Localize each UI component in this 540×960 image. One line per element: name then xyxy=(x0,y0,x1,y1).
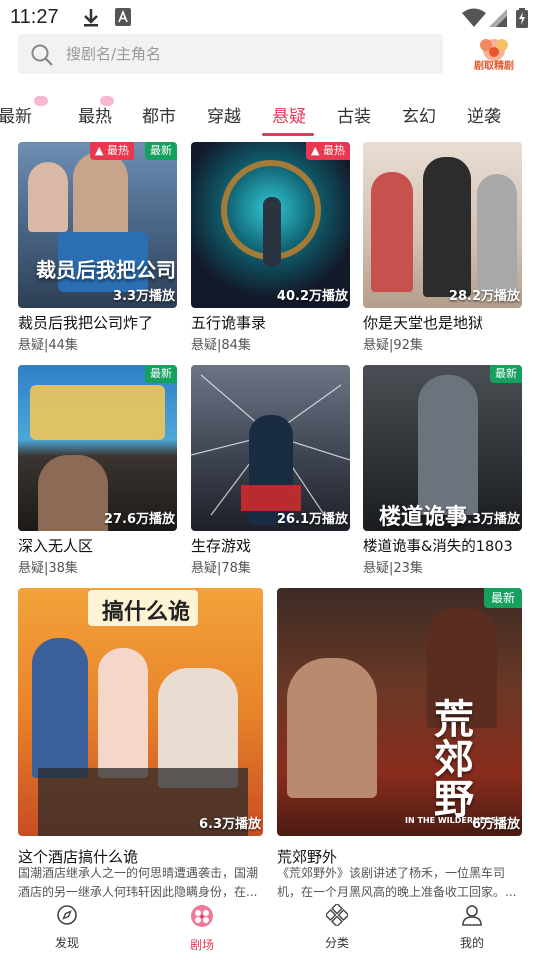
play-count: 9.3万播放 xyxy=(457,512,520,527)
drama-poster: 荒郊野 IN THE WILDERNESS 6万播放 最新 xyxy=(277,588,522,836)
tab-urban[interactable]: 都市 xyxy=(142,102,176,127)
poster-title-art: 楼道诡事 xyxy=(379,504,468,530)
drama-card[interactable]: 40.2万播放 ▲ 最热 五行诡事录 悬疑|84集 xyxy=(191,142,350,353)
drama-title: 你是天堂也是地狱 xyxy=(363,314,484,332)
drama-poster: 搞什么诡 6.3万播放 xyxy=(18,588,263,836)
tab-newest[interactable]: 最新 xyxy=(0,102,32,127)
drama-poster: 裁员后我把公司 3.3万播放 ▲ 最热 最新 xyxy=(18,142,177,308)
hot-badge: ▲ 最热 xyxy=(90,142,134,160)
drama-title: 五行诡事录 xyxy=(191,314,267,332)
new-badge: 最新 xyxy=(483,588,522,608)
flame-icon: ▲ xyxy=(311,144,320,157)
active-tab-underline xyxy=(262,133,314,136)
search-bar[interactable] xyxy=(18,34,443,74)
drama-title: 深入无人区 xyxy=(18,537,94,555)
drama-meta: 悬疑|44集 xyxy=(18,338,78,353)
poster-title-art: 裁员后我把公司 xyxy=(36,258,176,282)
drama-card[interactable]: 28.2万播放 你是天堂也是地狱 悬疑|92集 xyxy=(363,142,522,353)
tab-newest-indicator xyxy=(34,96,48,106)
category-tabs: 最新 最热 都市 穿越 悬疑 古装 玄幻 逆袭 xyxy=(0,92,540,136)
tab-time-travel[interactable]: 穿越 xyxy=(207,102,241,127)
drama-poster: 26.1万播放 xyxy=(191,365,350,531)
bottom-navigation: 发现 剧场 分类 我的 xyxy=(0,900,540,960)
drama-meta: 悬疑|38集 xyxy=(18,561,78,576)
theater-icon xyxy=(162,904,242,932)
drama-meta: 悬疑|78集 xyxy=(191,561,251,576)
play-count: 3.3万播放 xyxy=(112,289,175,304)
svg-text:剧取精剧: 剧取精剧 xyxy=(474,59,514,72)
download-icon xyxy=(82,8,100,32)
drama-poster: 27.6万播放 最新 xyxy=(18,365,177,531)
wifi-icon xyxy=(462,8,486,32)
search-input[interactable] xyxy=(66,34,426,74)
nav-mine-label: 我的 xyxy=(459,936,484,950)
font-icon xyxy=(115,8,131,30)
play-count: 26.1万播放 xyxy=(276,512,348,527)
category-icon xyxy=(297,902,377,930)
play-count: 28.2万播放 xyxy=(448,289,520,304)
drama-meta: 悬疑|23集 xyxy=(363,561,423,576)
play-count: 6万播放 xyxy=(471,817,520,832)
nav-category[interactable]: 分类 xyxy=(297,902,377,951)
new-badge: 最新 xyxy=(145,365,177,383)
drama-card-large[interactable]: 荒郊野 IN THE WILDERNESS 6万播放 最新 荒郊野外 《荒郊野外… xyxy=(277,588,522,900)
drama-card-large[interactable]: 搞什么诡 6.3万播放 这个酒店搞什么诡 国潮酒店继承人之一的何思晴遭遇袭击，国… xyxy=(18,588,263,900)
play-count: 27.6万播放 xyxy=(103,512,175,527)
drama-poster: 28.2万播放 xyxy=(363,142,522,308)
search-icon xyxy=(30,43,54,71)
drama-poster: 楼道诡事 9.3万播放 最新 xyxy=(363,365,522,531)
flame-icon: ▲ xyxy=(95,144,104,157)
hot-badge: ▲ 最热 xyxy=(306,142,350,160)
poster-title-art: 荒郊野 xyxy=(427,698,474,818)
nav-mine[interactable]: 我的 xyxy=(432,904,512,951)
new-badge: 最新 xyxy=(145,142,177,160)
drama-description: 国潮酒店继承人之一的何思晴遭遇袭击，国潮酒店的另一继承人何玮轩因此隐瞒身份，在.… xyxy=(18,866,259,899)
signal-icon xyxy=(488,8,508,32)
poster-title-art: 搞什么诡 xyxy=(102,599,191,625)
app-logo[interactable]: 剧取精剧 xyxy=(466,36,522,76)
nav-discover[interactable]: 发现 xyxy=(27,904,107,951)
drama-meta: 悬疑|84集 xyxy=(191,338,251,353)
person-icon xyxy=(432,904,512,930)
nav-theater-label: 剧场 xyxy=(189,938,214,952)
drama-title: 楼道诡事&消失的1803 xyxy=(363,539,513,555)
drama-card[interactable]: 楼道诡事 9.3万播放 最新 楼道诡事&消失的1803 悬疑|23集 xyxy=(363,365,522,576)
nav-theater[interactable]: 剧场 xyxy=(162,904,242,953)
play-count: 6.3万播放 xyxy=(198,817,261,832)
tab-comeback[interactable]: 逆袭 xyxy=(467,102,501,127)
status-bar: 11:27 xyxy=(0,0,540,34)
compass-icon xyxy=(27,904,107,930)
drama-card[interactable]: 26.1万播放 生存游戏 悬疑|78集 xyxy=(191,365,350,576)
tab-costume[interactable]: 古装 xyxy=(337,102,371,127)
nav-discover-label: 发现 xyxy=(54,936,79,950)
drama-card[interactable]: 27.6万播放 最新 深入无人区 悬疑|38集 xyxy=(18,365,177,576)
drama-poster: 40.2万播放 ▲ 最热 xyxy=(191,142,350,308)
drama-title: 生存游戏 xyxy=(191,537,252,555)
tab-suspense[interactable]: 悬疑 xyxy=(272,102,306,127)
drama-description: 《荒郊野外》该剧讲述了杨禾，一位黑车司机，在一个月黑风高的晚上准备收工回家。..… xyxy=(277,866,517,899)
battery-charging-icon xyxy=(516,8,528,32)
nav-category-label: 分类 xyxy=(324,936,349,950)
drama-meta: 悬疑|92集 xyxy=(363,338,423,353)
status-time: 11:27 xyxy=(10,6,59,28)
tab-hottest-indicator xyxy=(100,96,114,106)
new-badge: 最新 xyxy=(490,365,522,383)
drama-title: 裁员后我把公司炸了 xyxy=(18,314,154,332)
play-count: 40.2万播放 xyxy=(276,289,348,304)
tab-fantasy[interactable]: 玄幻 xyxy=(402,102,436,127)
drama-card[interactable]: 裁员后我把公司 3.3万播放 ▲ 最热 最新 裁员后我把公司炸了 悬疑|44集 xyxy=(18,142,177,353)
